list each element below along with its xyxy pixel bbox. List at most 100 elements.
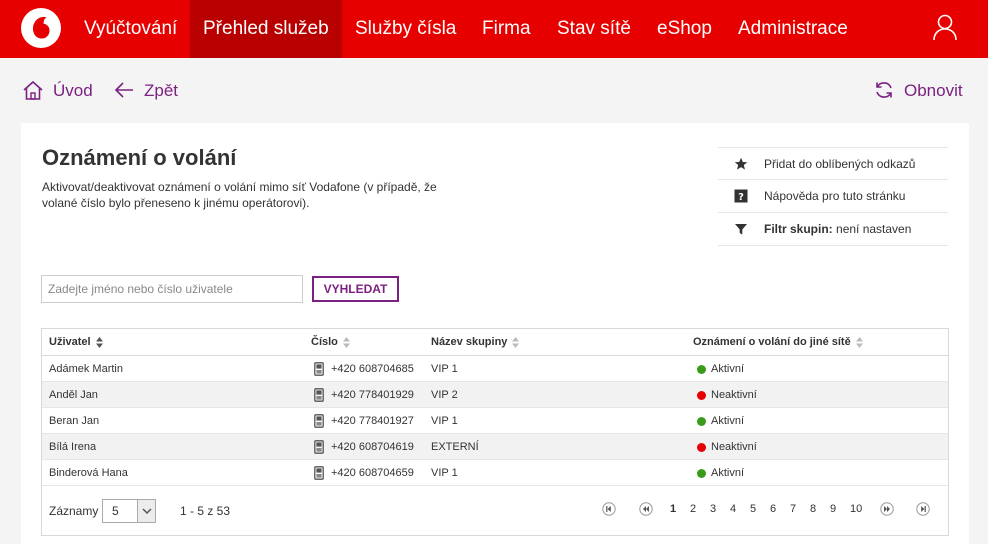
cell-user: Adámek Martin bbox=[49, 363, 123, 375]
refresh-link[interactable]: Obnovit bbox=[873, 78, 968, 104]
cell-number: +420 608704619 bbox=[331, 441, 414, 453]
home-link[interactable]: Úvod bbox=[22, 78, 102, 104]
arrow-left-icon bbox=[114, 82, 133, 98]
status-active-dot bbox=[697, 365, 706, 374]
page-2[interactable]: 2 bbox=[690, 502, 696, 516]
help-link[interactable]: ? Nápověda pro tuto stránku bbox=[718, 180, 948, 213]
page-6[interactable]: 6 bbox=[770, 502, 776, 516]
chevron-down-icon bbox=[137, 500, 155, 522]
page-1[interactable]: 1 bbox=[670, 502, 676, 516]
previous-page-icon[interactable] bbox=[639, 502, 653, 516]
last-page-icon[interactable] bbox=[916, 502, 930, 516]
sort-icon bbox=[342, 336, 350, 348]
group-filter-text: Filtr skupin: není nastaven bbox=[764, 213, 911, 246]
column-header-notification-label: Oznámení o volání do jiné sítě bbox=[693, 336, 851, 348]
status-inactive-dot bbox=[697, 443, 706, 452]
cell-number: +420 608704659 bbox=[331, 467, 414, 479]
nav-item-stav-site[interactable]: Stav sítě bbox=[544, 0, 644, 58]
mobile-phone-icon bbox=[314, 362, 324, 376]
page-3[interactable]: 3 bbox=[710, 502, 716, 516]
cell-status[interactable]: Neaktivní bbox=[711, 434, 757, 460]
cell-group: VIP 1 bbox=[431, 363, 458, 375]
mobile-phone-icon bbox=[314, 466, 324, 480]
page-4[interactable]: 4 bbox=[730, 502, 736, 516]
nav-item-administrace[interactable]: Administrace bbox=[725, 0, 861, 58]
back-link[interactable]: Zpět bbox=[113, 78, 183, 104]
table-row[interactable]: Anděl Jan +420 778401929 VIP 2 Neaktivní bbox=[42, 382, 948, 408]
search-input[interactable] bbox=[41, 275, 303, 303]
cell-user: Bílá Irena bbox=[49, 441, 97, 453]
page-title: Oznámení o volání bbox=[42, 145, 237, 170]
cell-status[interactable]: Aktivní bbox=[711, 408, 744, 434]
cell-group: VIP 1 bbox=[431, 415, 458, 427]
nav-item-firma[interactable]: Firma bbox=[469, 0, 544, 58]
mobile-phone-icon bbox=[314, 414, 324, 428]
star-icon bbox=[734, 157, 748, 170]
add-to-favorites-link[interactable]: Přidat do oblíbených odkazů bbox=[718, 147, 948, 180]
page-7[interactable]: 7 bbox=[790, 502, 796, 516]
home-label: Úvod bbox=[53, 81, 93, 100]
column-header-number[interactable]: Číslo bbox=[311, 329, 350, 356]
records-label: Záznamy bbox=[49, 504, 99, 518]
vodafone-logo[interactable] bbox=[21, 8, 61, 48]
table-row[interactable]: Bílá Irena +420 608704619 EXTERNÍ Neakti… bbox=[42, 434, 948, 460]
cell-number: +420 608704685 bbox=[331, 363, 414, 375]
column-header-user-label: Uživatel bbox=[49, 336, 91, 348]
help-icon: ? bbox=[734, 189, 748, 203]
filter-label: Filtr skupin: bbox=[764, 222, 833, 236]
filter-value: není nastaven bbox=[836, 222, 912, 236]
records-per-page-select[interactable]: 5 bbox=[102, 499, 156, 523]
cell-status[interactable]: Neaktivní bbox=[711, 382, 757, 408]
nav-item-prehled-sluzeb[interactable]: Přehled služeb bbox=[190, 0, 342, 58]
users-table: Uživatel Číslo Název skupiny Oznámení o … bbox=[41, 328, 949, 536]
nav-item-eshop[interactable]: eShop bbox=[644, 0, 725, 58]
column-header-group[interactable]: Název skupiny bbox=[431, 329, 520, 356]
column-header-user[interactable]: Uživatel bbox=[49, 329, 103, 356]
column-header-group-label: Název skupiny bbox=[431, 336, 508, 348]
top-navigation: Vyúčtování Přehled služeb Služby čísla F… bbox=[0, 0, 988, 58]
cell-status[interactable]: Aktivní bbox=[711, 356, 744, 382]
column-header-number-label: Číslo bbox=[311, 336, 338, 348]
cell-group: EXTERNÍ bbox=[431, 441, 479, 453]
records-range: 1 - 5 z 53 bbox=[180, 504, 231, 518]
table-footer: Záznamy 5 1 - 5 z 53 1 2 3 4 5 6 7 8 9 1… bbox=[42, 487, 948, 535]
back-label: Zpět bbox=[144, 81, 179, 100]
side-links: Přidat do oblíbených odkazů ? Nápověda p… bbox=[718, 147, 948, 246]
page-10[interactable]: 10 bbox=[850, 502, 862, 516]
search-button[interactable]: VYHLEDAT bbox=[312, 276, 399, 302]
cell-group: VIP 2 bbox=[431, 389, 458, 401]
content-panel: Oznámení o volání Aktivovat/deaktivovat … bbox=[21, 123, 969, 544]
table-row[interactable]: Binderová Hana +420 608704659 VIP 1 Akti… bbox=[42, 460, 948, 486]
refresh-icon bbox=[876, 82, 892, 98]
page-9[interactable]: 9 bbox=[830, 502, 836, 516]
refresh-label: Obnovit bbox=[904, 81, 963, 100]
nav-item-vyuctovani[interactable]: Vyúčtování bbox=[71, 0, 190, 58]
first-page-icon[interactable] bbox=[602, 502, 616, 516]
cell-status[interactable]: Aktivní bbox=[711, 460, 744, 486]
table-row[interactable]: Adámek Martin +420 608704685 VIP 1 Aktiv… bbox=[42, 356, 948, 382]
group-filter-link[interactable]: Filtr skupin: není nastaven bbox=[718, 213, 948, 246]
table-row[interactable]: Beran Jan +420 778401927 VIP 1 Aktivní bbox=[42, 408, 948, 434]
cell-user: Beran Jan bbox=[49, 415, 100, 427]
status-inactive-dot bbox=[697, 391, 706, 400]
cell-user: Anděl Jan bbox=[49, 389, 98, 401]
table-header: Uživatel Číslo Název skupiny Oznámení o … bbox=[42, 329, 948, 356]
status-active-dot bbox=[697, 417, 706, 426]
help-label: Nápověda pro tuto stránku bbox=[764, 189, 906, 203]
page-8[interactable]: 8 bbox=[810, 502, 816, 516]
cell-group: VIP 1 bbox=[431, 467, 458, 479]
mobile-phone-icon bbox=[314, 440, 324, 454]
mobile-phone-icon bbox=[314, 388, 324, 402]
column-header-notification[interactable]: Oznámení o volání do jiné sítě bbox=[693, 329, 863, 356]
filter-icon bbox=[735, 224, 747, 235]
user-icon[interactable] bbox=[930, 12, 960, 42]
next-page-icon[interactable] bbox=[880, 502, 894, 516]
sort-icon bbox=[855, 336, 863, 348]
nav-item-sluzby-cisla[interactable]: Služby čísla bbox=[342, 0, 469, 58]
cell-user: Binderová Hana bbox=[49, 467, 128, 479]
cell-number: +420 778401929 bbox=[331, 389, 414, 401]
page-5[interactable]: 5 bbox=[750, 502, 756, 516]
favorites-label: Přidat do oblíbených odkazů bbox=[764, 157, 916, 171]
sort-icon bbox=[95, 336, 103, 348]
home-icon bbox=[23, 80, 43, 100]
